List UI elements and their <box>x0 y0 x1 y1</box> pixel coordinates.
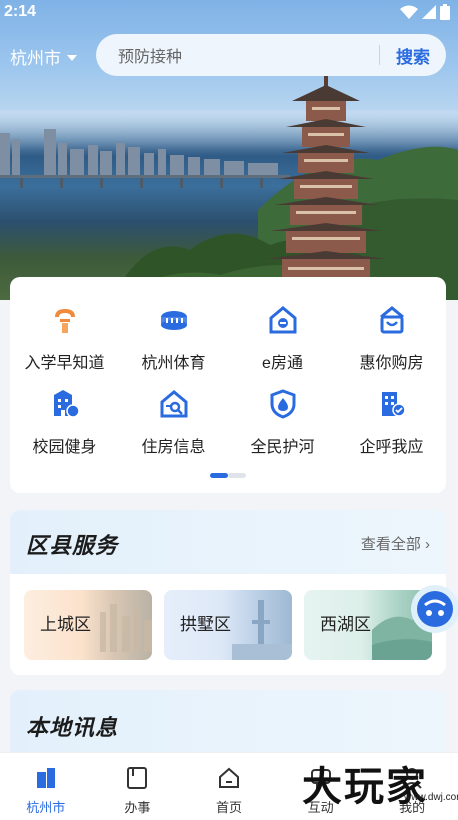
battery-icon <box>440 4 450 20</box>
caret-down-icon <box>67 54 77 61</box>
tab-mine[interactable]: 我的 <box>366 753 458 820</box>
status-icons <box>400 4 450 20</box>
service-label: 惠你购房 <box>359 355 424 372</box>
housing-info-icon <box>157 387 191 421</box>
service-item-hz-sports[interactable]: 杭州体育 <box>119 295 228 379</box>
district-title: 区县服务 <box>26 533 119 558</box>
district-tile-shangcheng[interactable]: 上城区 <box>24 590 152 660</box>
school-enroll-icon <box>48 303 82 337</box>
assistant-robot-icon[interactable] <box>405 575 458 641</box>
service-item-enterprise-response[interactable]: 企呼我应 <box>337 379 446 463</box>
campus-fitness-icon <box>48 387 82 421</box>
service-item-house-purchase[interactable]: 惠你购房 <box>337 295 446 379</box>
district-scenery <box>232 600 292 660</box>
local-news-card: 本地讯息 <box>10 690 446 760</box>
house-purchase-icon <box>375 303 409 337</box>
service-label: 校园健身 <box>32 439 97 456</box>
river-protect-icon <box>266 387 300 421</box>
service-label: e房通 <box>262 355 303 372</box>
river-bridge <box>0 175 290 188</box>
status-time: 2:14 <box>4 3 37 20</box>
district-name: 拱墅区 <box>180 615 231 634</box>
city-selector[interactable]: 杭州市 <box>10 44 77 69</box>
view-all-link[interactable]: 查看全部 › <box>361 533 430 554</box>
service-grid: 入学早知道 杭州体育 e房通 惠你购房 校园健身 住房信息 全民护河 企呼我应 <box>10 295 446 463</box>
signal-icon <box>422 5 436 19</box>
page-dot-active <box>210 473 228 478</box>
tab-label: 杭州市 <box>26 800 66 815</box>
district-header: 区县服务 查看全部 › <box>10 510 446 574</box>
tab-hangzhou[interactable]: 杭州市 <box>0 753 92 820</box>
interact-icon <box>308 765 334 791</box>
service-label: 杭州体育 <box>141 355 206 372</box>
service-item-housing-info[interactable]: 住房信息 <box>119 379 228 463</box>
bottom-tab-bar: 杭州市 办事 首页 互动 我的 <box>0 752 458 820</box>
service-label: 住房信息 <box>141 439 206 456</box>
service-item-e-house[interactable]: e房通 <box>228 295 337 379</box>
tab-label: 我的 <box>399 800 426 815</box>
district-tile-gongshu[interactable]: 拱墅区 <box>164 590 292 660</box>
document-icon <box>124 765 150 791</box>
city-name: 杭州市 <box>10 49 61 68</box>
district-scenery <box>100 604 152 652</box>
search-input[interactable]: 预防接种 <box>96 43 379 67</box>
tab-home[interactable]: 首页 <box>183 753 275 820</box>
tab-label: 首页 <box>215 800 242 815</box>
tab-interact[interactable]: 互动 <box>275 753 367 820</box>
district-name: 上城区 <box>40 615 91 634</box>
tab-label: 办事 <box>124 800 151 815</box>
tab-affairs[interactable]: 办事 <box>92 753 184 820</box>
pagoda <box>266 75 386 290</box>
news-title: 本地讯息 <box>26 715 119 740</box>
page-dot <box>228 473 246 478</box>
city-building-icon <box>33 765 59 791</box>
enterprise-response-icon <box>375 387 409 421</box>
city-skyline <box>0 129 278 175</box>
stadium-icon <box>157 303 191 337</box>
tab-label: 互动 <box>307 800 334 815</box>
district-services-card: 区县服务 查看全部 › 上城区 拱墅区 西湖区 <box>10 510 446 675</box>
service-label: 全民护河 <box>250 439 315 456</box>
wifi-icon <box>400 5 418 19</box>
service-label: 企呼我应 <box>359 439 424 456</box>
district-name: 西湖区 <box>320 615 371 634</box>
service-item-campus-fitness[interactable]: 校园健身 <box>10 379 119 463</box>
district-tiles: 上城区 拱墅区 西湖区 <box>24 590 432 660</box>
search-button[interactable]: 搜索 <box>380 43 446 68</box>
service-label: 入学早知道 <box>24 355 105 372</box>
e-house-icon <box>266 303 300 337</box>
service-grid-card: 入学早知道 杭州体育 e房通 惠你购房 校园健身 住房信息 全民护河 企呼我应 <box>10 277 446 493</box>
service-item-school-enroll[interactable]: 入学早知道 <box>10 295 119 379</box>
profile-icon <box>399 765 425 791</box>
status-bar: 2:14 <box>0 0 458 24</box>
home-icon <box>216 765 242 791</box>
search-bar[interactable]: 预防接种 搜索 <box>96 34 446 76</box>
service-item-river-protect[interactable]: 全民护河 <box>228 379 337 463</box>
page-indicator <box>210 473 246 478</box>
